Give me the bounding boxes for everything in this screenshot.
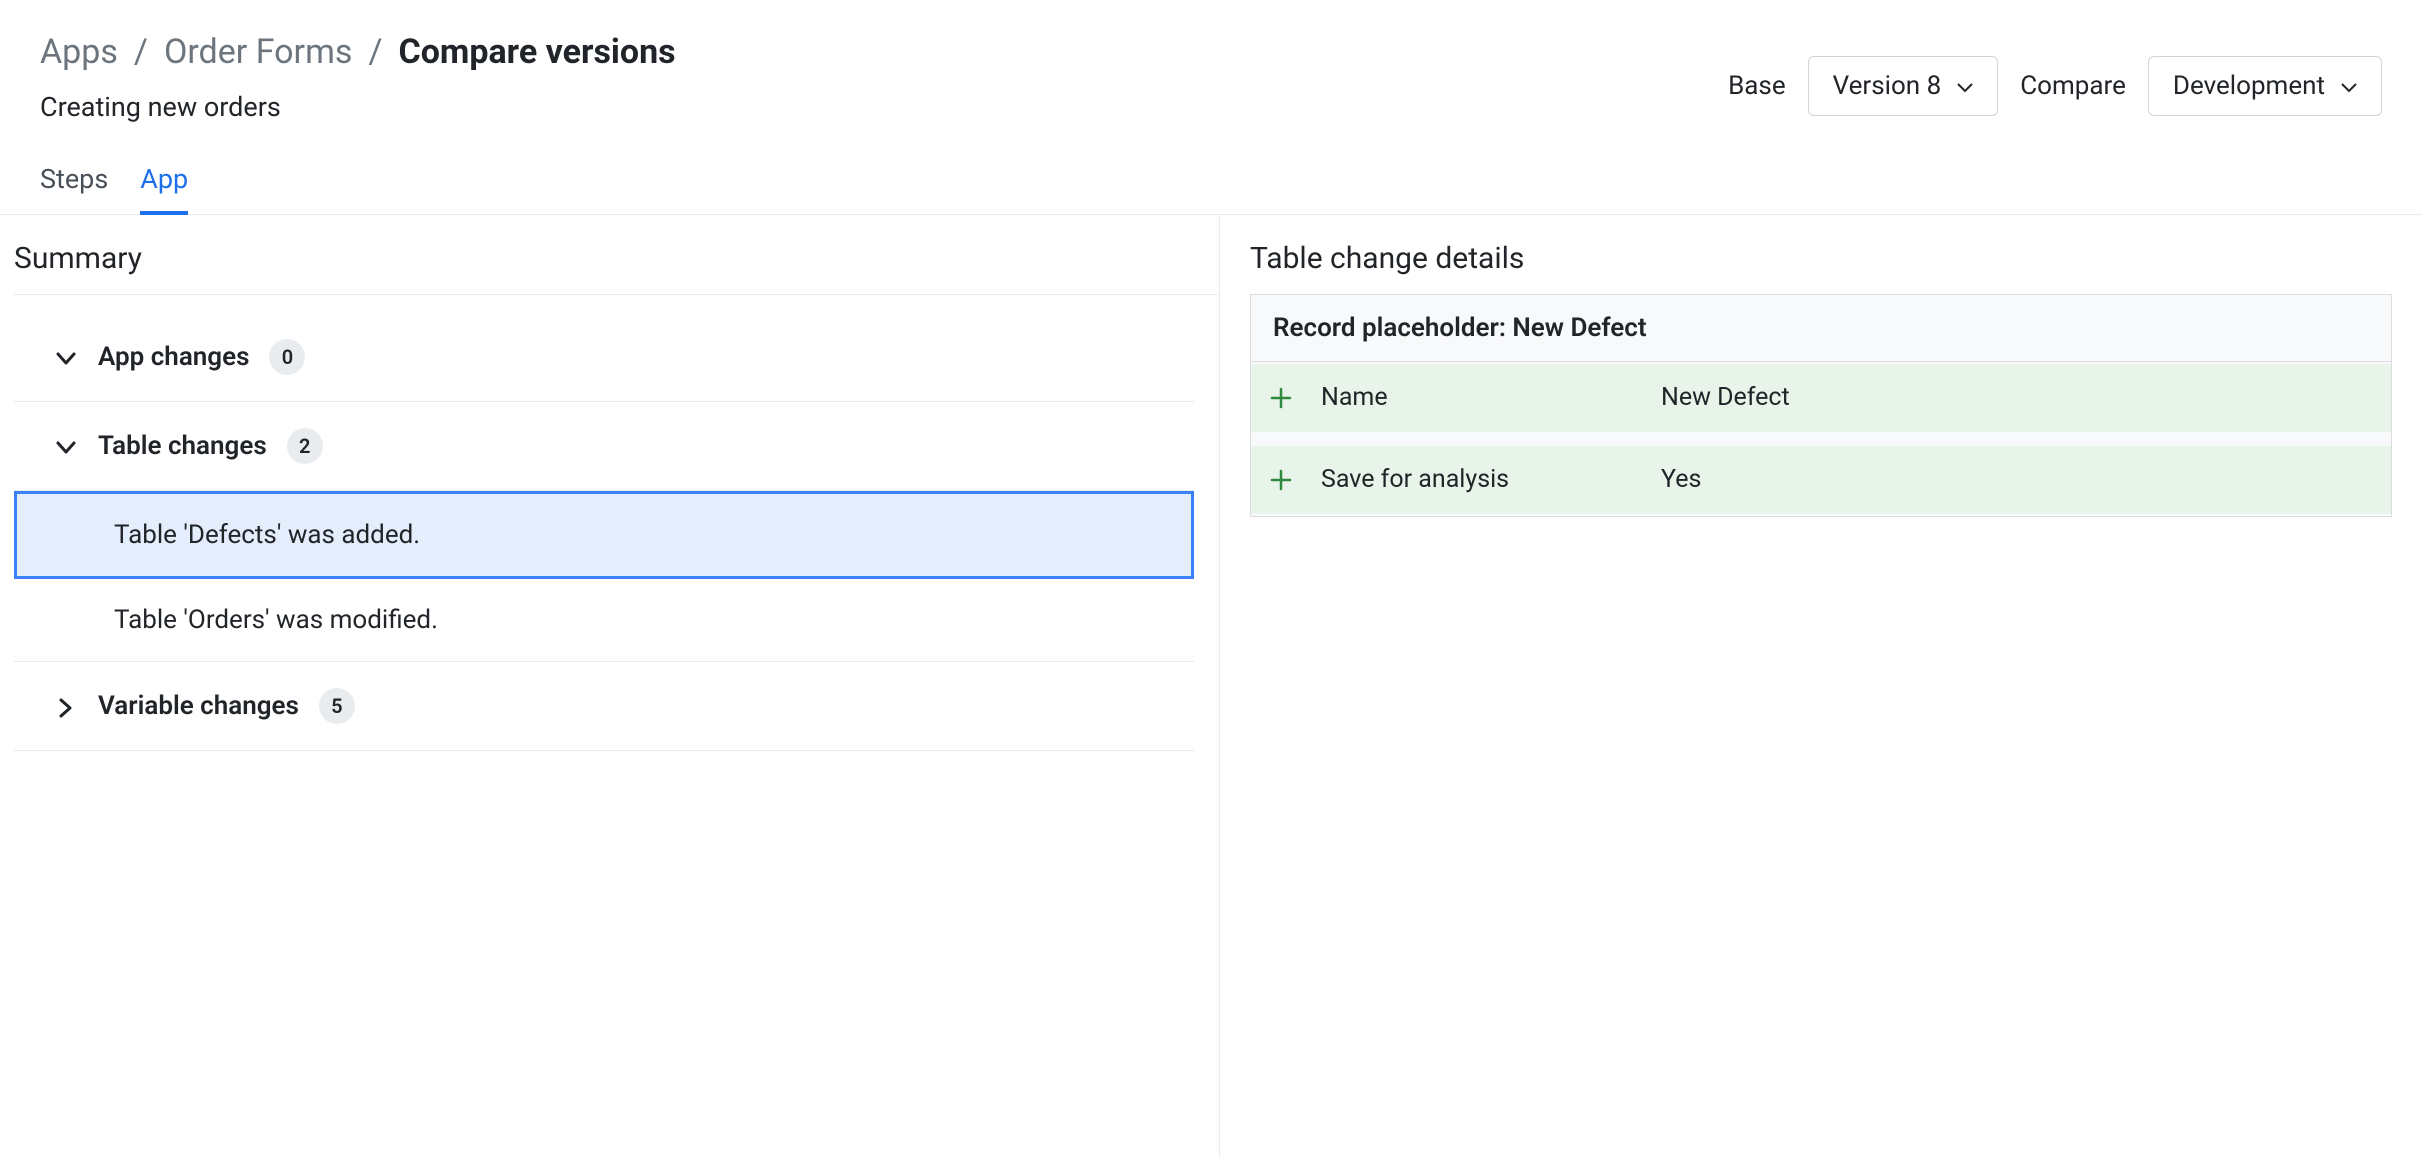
base-label: Base [1728,71,1786,101]
summary-pane: Summary App changes 0 Table changes 2 Ta… [0,215,1220,1157]
details-cell-name: Name [1311,383,1651,412]
details-header: Record placeholder: New Defect [1251,295,2391,362]
breadcrumb-separator: / [368,32,382,73]
details-table: Record placeholder: New Defect Name New … [1250,294,2392,517]
caret-down-icon [1957,83,1973,93]
base-version-dropdown[interactable]: Version 8 [1808,56,1999,116]
count-badge: 2 [287,428,323,464]
details-title: Table change details [1250,241,2392,276]
details-cell-value: New Defect [1651,383,2391,412]
breadcrumb-order-forms[interactable]: Order Forms [164,32,352,73]
details-pane: Table change details Record placeholder:… [1220,215,2422,1157]
group-label: Table changes [98,431,267,461]
details-cell-value: Yes [1651,465,2391,494]
page-subtitle: Creating new orders [40,91,676,123]
plus-icon [1251,469,1311,491]
version-controls: Base Version 8 Compare Development [1728,32,2382,116]
summary-title: Summary [14,241,1219,295]
group-header-variable-changes[interactable]: Variable changes 5 [14,662,1194,751]
body-split: Summary App changes 0 Table changes 2 Ta… [0,215,2422,1157]
details-row: Name New Defect [1251,362,2391,434]
breadcrumb-separator: / [134,32,148,73]
page-header: Apps / Order Forms / Compare versions Cr… [0,0,2422,123]
row-gap [1251,434,2391,444]
breadcrumb-apps[interactable]: Apps [40,32,118,73]
tabs: Steps App [0,123,2422,215]
count-badge: 0 [269,339,305,375]
base-version-value: Version 8 [1833,71,1942,101]
group-header-table-changes[interactable]: Table changes 2 [14,402,1194,491]
summary-item-orders-modified[interactable]: Table 'Orders' was modified. [14,579,1194,662]
group-label: Variable changes [98,691,299,721]
caret-down-icon [2341,83,2357,93]
chevron-down-icon [54,441,78,455]
count-badge: 5 [319,688,355,724]
summary-item-defects-added[interactable]: Table 'Defects' was added. [14,491,1194,579]
header-left: Apps / Order Forms / Compare versions Cr… [40,32,676,123]
chevron-down-icon [54,352,78,366]
breadcrumb-current: Compare versions [398,32,675,73]
breadcrumb: Apps / Order Forms / Compare versions [40,32,676,73]
chevron-right-icon [54,698,78,718]
group-header-app-changes[interactable]: App changes 0 [14,313,1194,402]
compare-label: Compare [2020,71,2126,101]
tab-steps[interactable]: Steps [40,163,108,214]
group-label: App changes [98,342,249,372]
tab-app[interactable]: App [140,163,188,215]
details-cell-name: Save for analysis [1311,465,1651,494]
compare-version-value: Development [2173,71,2325,101]
plus-icon [1251,387,1311,409]
details-row: Save for analysis Yes [1251,444,2391,516]
compare-version-dropdown[interactable]: Development [2148,56,2382,116]
